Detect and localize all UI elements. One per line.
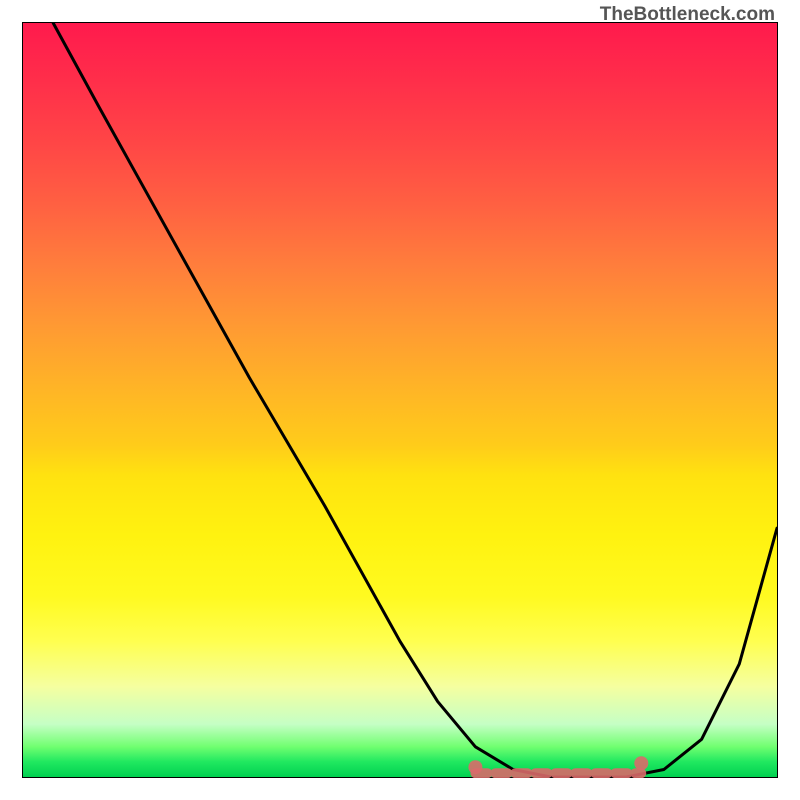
plot-area bbox=[22, 22, 778, 778]
bottleneck-curve bbox=[53, 23, 777, 777]
watermark-text: TheBottleneck.com bbox=[600, 4, 775, 26]
chart-container: TheBottleneck.com bbox=[0, 0, 800, 800]
curve-overlay bbox=[22, 22, 778, 778]
